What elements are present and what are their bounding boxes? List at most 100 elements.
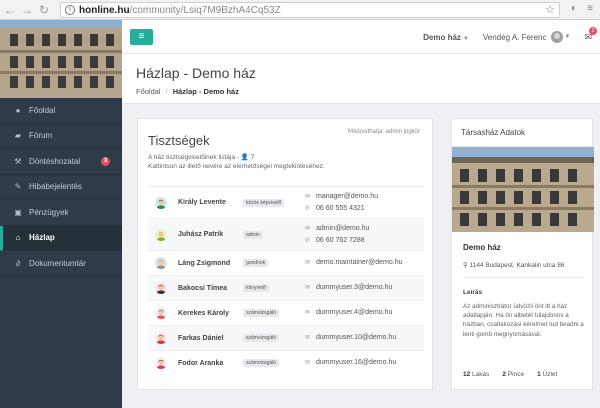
avatar [155, 257, 167, 269]
sidebar-item-hazlap[interactable]: ⌂ Házlap [0, 225, 122, 251]
avatar [155, 282, 167, 294]
contact-info: ✉ dummyuser.3@demo.hu [305, 282, 392, 294]
avatar [155, 307, 167, 319]
comments-icon: ▰ [14, 131, 22, 141]
stat-pince: 2 Pince [502, 371, 525, 378]
map-marker-icon: ⚲ [463, 262, 470, 269]
sidebar-item-penzugyek[interactable]: ▣ Pénzügyek [0, 200, 122, 226]
contact-info: ✉ demo.maintainer@demo.hu [305, 257, 403, 269]
house-dropdown-label: Demo ház [423, 32, 461, 42]
official-name-link[interactable]: Juhász Patrik [178, 231, 223, 238]
building-photo [0, 20, 122, 98]
page-header: Házlap - Demo ház Főoldal / Házlap - Demo … [122, 54, 600, 104]
envelope-icon: ✉ [305, 225, 311, 232]
sidebar-item-dokumentumtar[interactable]: ∂ Dokumentumtár [0, 251, 122, 277]
phone-number: 06 60 555 4321 [316, 204, 365, 212]
official-name-link[interactable]: Bakocsi Tímea [178, 285, 227, 292]
description-label: Leírás [463, 289, 483, 296]
forward-icon[interactable]: → [20, 3, 34, 17]
email-link[interactable]: manager@demo.hu [316, 193, 378, 200]
official-name-link[interactable]: Kerekes Károly [178, 310, 229, 317]
address-bar[interactable]: i honline.hu /community/Lsiq7M9BzhA4Cq53… [60, 2, 560, 18]
divider [463, 277, 583, 278]
sidebar-item-label: Főoldal [29, 105, 56, 115]
breadcrumb-current: Házlap - Demo ház [172, 87, 239, 96]
table-row[interactable]: Kerekes Károly számvizsgáló ✉ dummyuser.4@d… [148, 300, 424, 325]
site-info-icon[interactable]: i [65, 5, 75, 15]
sidebar-item-fooldal[interactable]: ● Főoldal [0, 98, 122, 124]
table-row[interactable]: Farkas Dániel számvizsgáló ✉ dummyuser.10@d… [148, 325, 424, 350]
top-header: ≡ Demo ház ▼ Vendég A. Ferenc ▼ ✉ 2 [122, 20, 600, 54]
email-link[interactable]: admin@demo.hu [316, 225, 369, 232]
house-dropdown[interactable]: Demo ház ▼ [423, 33, 469, 42]
table-row[interactable]: Király Levente közös képviselő ✉ manager@de… [148, 186, 424, 218]
table-row[interactable]: Fodor Aranka számvizsgáló ✉ dummyuser.16@de… [148, 350, 424, 375]
table-row[interactable]: Juhász Patrik admin ✉ admin@demo.hu ✆ 06 60 7… [148, 218, 424, 250]
avatar [155, 196, 167, 209]
role-badge: számvizsgáló [243, 359, 280, 367]
email-link[interactable]: demo.maintainer@demo.hu [316, 259, 403, 266]
table-row[interactable]: Láng Zsigmond gondnok ✉ demo.maintainer@dem… [148, 250, 424, 275]
edit-permission-note: Módosíthatja: admin jogkör [347, 129, 420, 135]
panel-title: Társasház Adatok [452, 119, 592, 147]
house-name: Demo ház [463, 243, 501, 252]
wrench-icon: ✎ [14, 182, 22, 192]
house-address: ⚲ 1144 Budapest, Kankalin utca 86 [463, 262, 565, 269]
officials-count-text: A ház tisztségviselőinek listája - 👤 7 [148, 154, 255, 161]
envelope-icon: ✉ [305, 193, 311, 200]
reload-icon[interactable]: ↻ [37, 3, 51, 17]
avatar [550, 31, 563, 43]
table-row[interactable]: Bakocsi Tímea könyvelő ✉ dummyuser.3@demo.h… [148, 275, 424, 300]
sidebar-item-forum[interactable]: ▰ Fórum [0, 124, 122, 149]
bookmark-star-icon[interactable]: ☆ [545, 3, 555, 16]
sidebar-item-label: Döntéshozatal [29, 156, 81, 166]
paperclip-icon: ∂ [16, 258, 20, 268]
back-icon[interactable]: ← [3, 3, 17, 17]
official-name-link[interactable]: Király Levente [178, 199, 226, 206]
unit-stats: 12 Lakás 2 Pince 1 Üzlet [463, 371, 557, 378]
envelope-icon: ✉ [305, 335, 311, 341]
url-path: /community/Lsiq7M9BzhA4Cq53Z [129, 4, 281, 16]
sidebar-item-label: Házlap [29, 233, 55, 243]
breadcrumb-home-link[interactable]: Főoldal [136, 87, 161, 96]
user-name: Vendég A. Ferenc [482, 32, 547, 42]
page-title: Házlap - Demo ház [136, 65, 256, 81]
url-host: honline.hu [79, 4, 130, 16]
sidebar-item-label: Hibabejelentés [29, 182, 82, 192]
gavel-icon: ⚒ [14, 156, 22, 166]
phone-number: 06 60 762 7288 [316, 236, 365, 244]
house-description: Az adminisztrátor üdvözli önt itt a ház … [463, 303, 584, 338]
house-photo [452, 147, 594, 232]
email-link[interactable]: dummyuser.16@demo.hu [316, 359, 396, 366]
sidebar-item-hibabejelentes[interactable]: ✎ Hibabejelentés [0, 175, 122, 200]
email-link[interactable]: dummyuser.3@demo.hu [316, 284, 392, 291]
role-badge: számvizsgáló [243, 334, 280, 342]
notification-badge: 3 [101, 157, 110, 166]
official-name-link[interactable]: Láng Zsigmond [178, 260, 230, 267]
role-badge: közös képviselő [243, 198, 285, 207]
stat-lakas: 12 Lakás [463, 371, 490, 378]
browser-toolbar: ← → ↻ i honline.hu /community/Lsiq7M9Bzh… [0, 0, 600, 20]
browser-menu-icon[interactable]: ≡ [584, 3, 596, 15]
officials-list: Király Levente közös képviselő ✉ manager@de… [148, 186, 424, 375]
official-name-link[interactable]: Farkas Dániel [178, 335, 224, 342]
sidebar-item-label: Fórum [29, 131, 53, 141]
email-link[interactable]: dummyuser.4@demo.hu [316, 309, 392, 316]
menu-toggle-button[interactable]: ≡ [130, 29, 153, 45]
phone-icon: ✆ [305, 205, 311, 212]
messages-button[interactable]: ✉ 2 [584, 26, 597, 43]
avatar [155, 357, 167, 369]
contact-info: ✉ dummyuser.4@demo.hu [305, 307, 392, 319]
role-badge: gondnok [243, 259, 269, 267]
user-dropdown[interactable]: Vendég A. Ferenc ▼ [482, 31, 570, 43]
officials-card: Tisztségek Módosíthatja: admin jogkör A … [137, 118, 433, 390]
official-name-link[interactable]: Fodor Aranka [178, 360, 223, 367]
house-info-panel: Társasház Adatok Demo ház ⚲ 1144 Budapes… [451, 118, 594, 390]
contact-info: ✉ dummyuser.10@demo.hu [305, 332, 396, 344]
sidebar-item-donteshozatal[interactable]: ⚒ Döntéshozatal 3 [0, 149, 122, 175]
extension-icon[interactable]: ◐ [568, 3, 580, 15]
email-link[interactable]: dummyuser.10@demo.hu [316, 334, 396, 341]
envelope-icon: ✉ [305, 260, 311, 266]
caret-down-icon: ▼ [462, 35, 469, 42]
contact-info: ✉ manager@demo.hu ✆ 06 60 555 4321 [305, 191, 378, 215]
